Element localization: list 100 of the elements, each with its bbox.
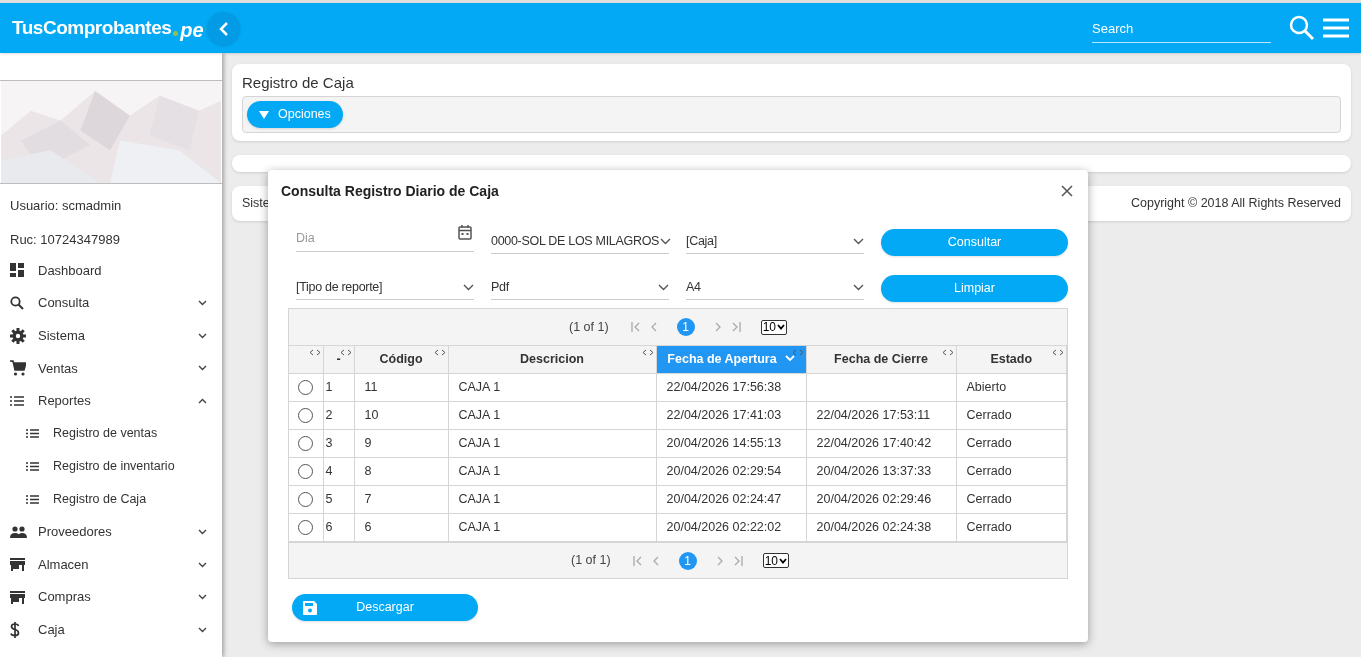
table-cell: 6 (364, 520, 372, 535)
table-cell: CAJA 1 (458, 380, 501, 395)
search-field[interactable]: Search (1092, 14, 1271, 44)
table-cell: 9 (364, 436, 372, 451)
sort-down-icon (784, 355, 795, 363)
chevron-down-icon (777, 324, 785, 330)
table-cell: Cerrado (966, 464, 1012, 479)
table-cell: Cerrado (966, 436, 1012, 451)
resize-icon[interactable] (339, 349, 352, 356)
column-header[interactable]: Código (354, 345, 448, 374)
menu-item[interactable]: Almacen (0, 548, 222, 581)
table-cell: 5 (325, 492, 333, 507)
column-header[interactable]: Fecha de Cierre (806, 345, 956, 374)
radio-button[interactable] (298, 408, 314, 424)
table-cell: 2 (325, 408, 333, 423)
menu-item[interactable]: Proveedores (0, 515, 222, 549)
menu-item[interactable]: Sistema (0, 319, 222, 353)
menu-item[interactable]: Dashboard (0, 254, 222, 287)
dashboard-icon (10, 263, 24, 278)
chevron-down-icon (658, 283, 669, 291)
logo-text: TusComprobantes (12, 15, 172, 40)
resize-icon[interactable] (433, 349, 446, 356)
menu-item[interactable]: Ventas (0, 352, 222, 385)
menu-icon[interactable] (1323, 18, 1349, 38)
chevron-down-icon (779, 557, 787, 564)
submenu-item[interactable]: Registro de ventas (0, 417, 222, 451)
table-cell: Cerrado (966, 492, 1012, 507)
calendar-icon (458, 224, 472, 240)
page-title: Registro de Caja (242, 74, 355, 92)
table-cell: 6 (325, 520, 333, 535)
select-field[interactable]: [Caja] (686, 229, 864, 254)
column-header[interactable]: Estado (956, 345, 1067, 374)
resize-icon[interactable] (641, 349, 654, 356)
table-cell: 22/04/2026 17:41:03 (666, 408, 782, 423)
radio-button[interactable] (298, 380, 314, 396)
table-cell: 20/04/2026 13:37:33 (816, 464, 932, 479)
table-cell: 20/04/2026 14:55:13 (666, 436, 782, 451)
table-cell: 20/04/2026 02:29:54 (666, 464, 782, 479)
dollar-icon (10, 621, 20, 638)
footer-text: Siste (242, 195, 270, 213)
search-icon (10, 296, 24, 311)
chevron-down-icon (853, 283, 864, 291)
copyright-text: Copyright © 2018 All Rights Reserved (1131, 195, 1341, 213)
table-cell: CAJA 1 (458, 436, 501, 451)
select-field[interactable]: Pdf (491, 275, 669, 300)
resize-icon[interactable] (791, 349, 804, 356)
radio-button[interactable] (298, 436, 314, 452)
rows-per-page-select[interactable]: 10 (762, 553, 789, 568)
table-cell: CAJA 1 (458, 408, 501, 423)
table-cell: CAJA 1 (458, 520, 501, 535)
submenu-item[interactable]: Registro de inventario (0, 450, 222, 483)
menu-item[interactable]: Reportes (0, 384, 222, 418)
table-cell: 20/04/2026 02:24:38 (816, 520, 932, 535)
close-icon[interactable] (1061, 185, 1073, 197)
rows-per-page-select[interactable]: 10 (760, 319, 787, 335)
table-cell: 20/04/2026 02:22:02 (666, 520, 782, 535)
table-cell: 20/04/2026 02:29:46 (816, 492, 932, 507)
logo-suffix: pe (180, 18, 204, 43)
radio-button[interactable] (298, 520, 314, 536)
resize-icon[interactable] (1052, 349, 1064, 356)
dot-icon (173, 30, 179, 36)
chevron-down-icon (853, 237, 864, 245)
table-cell: 7 (364, 492, 372, 507)
table-cell: Cerrado (966, 408, 1012, 423)
table-cell: 1 (325, 380, 333, 395)
ruc-label: Ruc: 10724347989 (10, 231, 120, 247)
cart-icon (10, 360, 26, 377)
settings-icon (10, 327, 26, 344)
submenu-item[interactable]: Registro de Caja (0, 482, 222, 516)
table-cell: 20/04/2026 02:24:47 (666, 492, 782, 507)
table-cell: CAJA 1 (458, 492, 501, 507)
user-label: Usuario: scmadmin (10, 198, 122, 213)
select-field[interactable]: A4 (686, 275, 864, 300)
table-cell: 22/04/2026 17:40:42 (816, 436, 932, 451)
chevron-down-icon (463, 283, 474, 291)
column-header[interactable]: - (323, 345, 354, 374)
search-icon[interactable] (1289, 15, 1315, 41)
page-summary: (1 of 1) (571, 552, 611, 570)
column-header[interactable]: Descricion (448, 345, 656, 374)
resize-icon[interactable] (308, 349, 321, 356)
resize-icon[interactable] (941, 349, 954, 356)
menu-item[interactable]: Compras (0, 580, 222, 614)
list-icon (10, 396, 24, 407)
table-cell: 11 (364, 380, 378, 395)
radio-button[interactable] (298, 492, 314, 508)
store-icon (10, 558, 25, 572)
select-field[interactable]: [Tipo de reporte] (296, 275, 474, 300)
page-summary: (1 of 1) (569, 318, 609, 336)
menu-item[interactable]: Caja (0, 613, 222, 647)
list-icon (26, 494, 39, 504)
select-field[interactable]: 0000-SOL DE LOS MILAGROS (491, 229, 669, 254)
store-icon (10, 590, 25, 604)
collapse-button[interactable] (207, 12, 240, 45)
table-cell: 8 (364, 464, 372, 479)
table-cell: 22/04/2026 17:56:38 (666, 380, 782, 395)
radio-button[interactable] (298, 464, 314, 480)
table-cell: Abierto (966, 380, 1007, 395)
dialog-title: Consulta Registro Diario de Caja (281, 181, 499, 201)
table-cell: Cerrado (966, 520, 1012, 535)
menu-item[interactable]: Consulta (0, 286, 222, 320)
